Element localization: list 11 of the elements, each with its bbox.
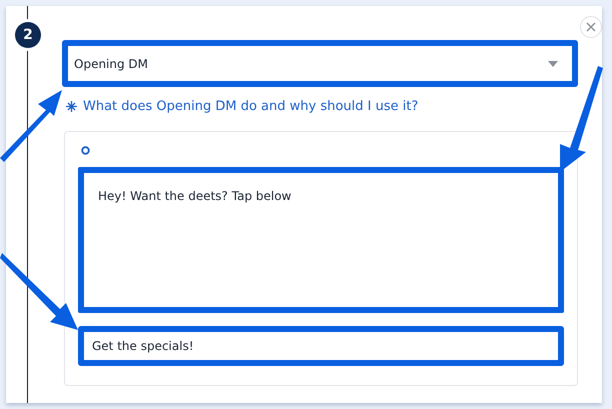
- sparkle-icon: [66, 101, 77, 112]
- circle-icon: [81, 146, 90, 155]
- message-textarea[interactable]: Hey! Want the deets? Tap below: [78, 167, 564, 313]
- step-number: 2: [15, 22, 41, 48]
- dropdown[interactable]: Opening DM: [62, 40, 578, 87]
- caret-icon: [548, 60, 558, 66]
- close-button[interactable]: [580, 16, 602, 38]
- button-label-field[interactable]: Get the specials!: [78, 326, 564, 366]
- help-link[interactable]: What does Opening DM do and why should I use it?: [66, 99, 578, 114]
- close-icon: [586, 22, 596, 32]
- arrow: [0, 90, 62, 162]
